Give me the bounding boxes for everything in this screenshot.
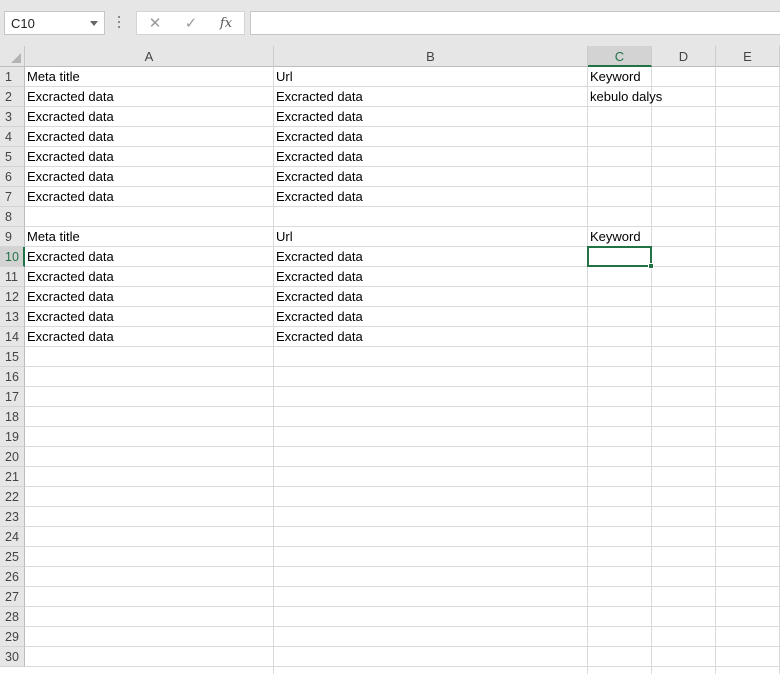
active-cell[interactable] [587, 246, 654, 269]
cell-a13[interactable]: Excracted data [25, 307, 274, 327]
row-gridline [25, 626, 780, 627]
formula-bar: C10 ✕ ✓ fx [0, 0, 780, 46]
row-header-23[interactable]: 23 [0, 507, 25, 527]
row-header-6[interactable]: 6 [0, 167, 25, 187]
row-header-3[interactable]: 3 [0, 107, 25, 127]
cell-b5[interactable]: Excracted data [274, 147, 588, 167]
close-icon[interactable]: ✕ [144, 14, 166, 34]
cell-a9[interactable]: Meta title [25, 227, 274, 247]
drag-handle-icon[interactable] [118, 16, 121, 30]
cell-a2[interactable]: Excracted data [25, 87, 274, 107]
name-box[interactable]: C10 [4, 11, 105, 35]
row-header-22[interactable]: 22 [0, 487, 25, 507]
row-header-30[interactable]: 30 [0, 647, 25, 667]
row-header-1[interactable]: 1 [0, 67, 25, 87]
cell-b7[interactable]: Excracted data [274, 187, 588, 207]
row-gridline [25, 406, 780, 407]
select-all-icon [11, 53, 21, 63]
row-header-9[interactable]: 9 [0, 227, 25, 247]
row-header-14[interactable]: 14 [0, 327, 25, 347]
cell-a4[interactable]: Excracted data [25, 127, 274, 147]
column-gridline [651, 67, 652, 674]
row-gridline [25, 546, 780, 547]
row-header-28[interactable]: 28 [0, 607, 25, 627]
cell-c9[interactable]: Keyword [588, 227, 652, 247]
row-header-26[interactable]: 26 [0, 567, 25, 587]
row-header-5[interactable]: 5 [0, 147, 25, 167]
cell-a14[interactable]: Excracted data [25, 327, 274, 347]
column-header-b[interactable]: B [274, 46, 588, 67]
row-gridline [25, 606, 780, 607]
cell-c1[interactable]: Keyword [588, 67, 652, 87]
cell-a5[interactable]: Excracted data [25, 147, 274, 167]
row-gridline [25, 586, 780, 587]
row-header-4[interactable]: 4 [0, 127, 25, 147]
row-header-25[interactable]: 25 [0, 547, 25, 567]
fill-handle[interactable] [648, 263, 654, 269]
column-header-c[interactable]: C [588, 46, 652, 67]
cell-b1[interactable]: Url [274, 67, 588, 87]
fx-icon[interactable]: fx [215, 14, 237, 34]
cell-c2[interactable]: kebulo dalys [588, 87, 662, 107]
row-header-29[interactable]: 29 [0, 627, 25, 647]
row-header-20[interactable]: 20 [0, 447, 25, 467]
row-header-2[interactable]: 2 [0, 87, 25, 107]
check-icon[interactable]: ✓ [180, 14, 202, 34]
worksheet-grid: ABCDE 1 2 3 4 5 6 7 8 9 10 11 12 13 14 15 16 17 18 19 20 21 2… [0, 46, 780, 674]
row-gridline [25, 506, 780, 507]
formula-buttons: ✕ ✓ fx [136, 11, 245, 35]
row-header-17[interactable]: 17 [0, 387, 25, 407]
row-gridline [25, 566, 780, 567]
cell-a12[interactable]: Excracted data [25, 287, 274, 307]
cell-a1[interactable]: Meta title [25, 67, 274, 87]
column-header-d[interactable]: D [652, 46, 716, 67]
row-gridline [25, 366, 780, 367]
row-gridline [25, 426, 780, 427]
cell-b11[interactable]: Excracted data [274, 267, 588, 287]
cell-b9[interactable]: Url [274, 227, 588, 247]
formula-input[interactable] [250, 11, 780, 35]
cell-a6[interactable]: Excracted data [25, 167, 274, 187]
row-header-11[interactable]: 11 [0, 267, 25, 287]
row-gridline [25, 446, 780, 447]
name-box-value: C10 [11, 16, 35, 31]
cell-b2[interactable]: Excracted data [274, 87, 588, 107]
cell-b6[interactable]: Excracted data [274, 167, 588, 187]
row-header-21[interactable]: 21 [0, 467, 25, 487]
column-header-e[interactable]: E [716, 46, 780, 67]
cell-b12[interactable]: Excracted data [274, 287, 588, 307]
row-gridline [25, 666, 780, 667]
cell-b3[interactable]: Excracted data [274, 107, 588, 127]
select-all-button[interactable] [0, 46, 25, 67]
row-header-10[interactable]: 10 [0, 247, 25, 267]
row-header-13[interactable]: 13 [0, 307, 25, 327]
row-header-7[interactable]: 7 [0, 187, 25, 207]
cell-a11[interactable]: Excracted data [25, 267, 274, 287]
cell-a10[interactable]: Excracted data [25, 247, 274, 267]
row-header-27[interactable]: 27 [0, 587, 25, 607]
cell-b10[interactable]: Excracted data [274, 247, 588, 267]
cell-b4[interactable]: Excracted data [274, 127, 588, 147]
column-gridline [715, 67, 716, 674]
row-header-8[interactable]: 8 [0, 207, 25, 227]
row-header-18[interactable]: 18 [0, 407, 25, 427]
row-header-15[interactable]: 15 [0, 347, 25, 367]
row-gridline [25, 486, 780, 487]
column-headers: ABCDE [25, 46, 780, 67]
column-header-a[interactable]: A [25, 46, 274, 67]
row-gridline [25, 466, 780, 467]
row-header-12[interactable]: 12 [0, 287, 25, 307]
row-gridline [25, 646, 780, 647]
row-gridline [25, 526, 780, 527]
cell-area[interactable]: Meta title Url Keyword Excracted data Excrac… [25, 67, 780, 674]
row-header-24[interactable]: 24 [0, 527, 25, 547]
cell-a3[interactable]: Excracted data [25, 107, 274, 127]
row-header-19[interactable]: 19 [0, 427, 25, 447]
row-gridline [25, 386, 780, 387]
cell-b14[interactable]: Excracted data [274, 327, 588, 347]
cell-b13[interactable]: Excracted data [274, 307, 588, 327]
row-header-16[interactable]: 16 [0, 367, 25, 387]
chevron-down-icon[interactable] [90, 21, 98, 26]
cell-a7[interactable]: Excracted data [25, 187, 274, 207]
